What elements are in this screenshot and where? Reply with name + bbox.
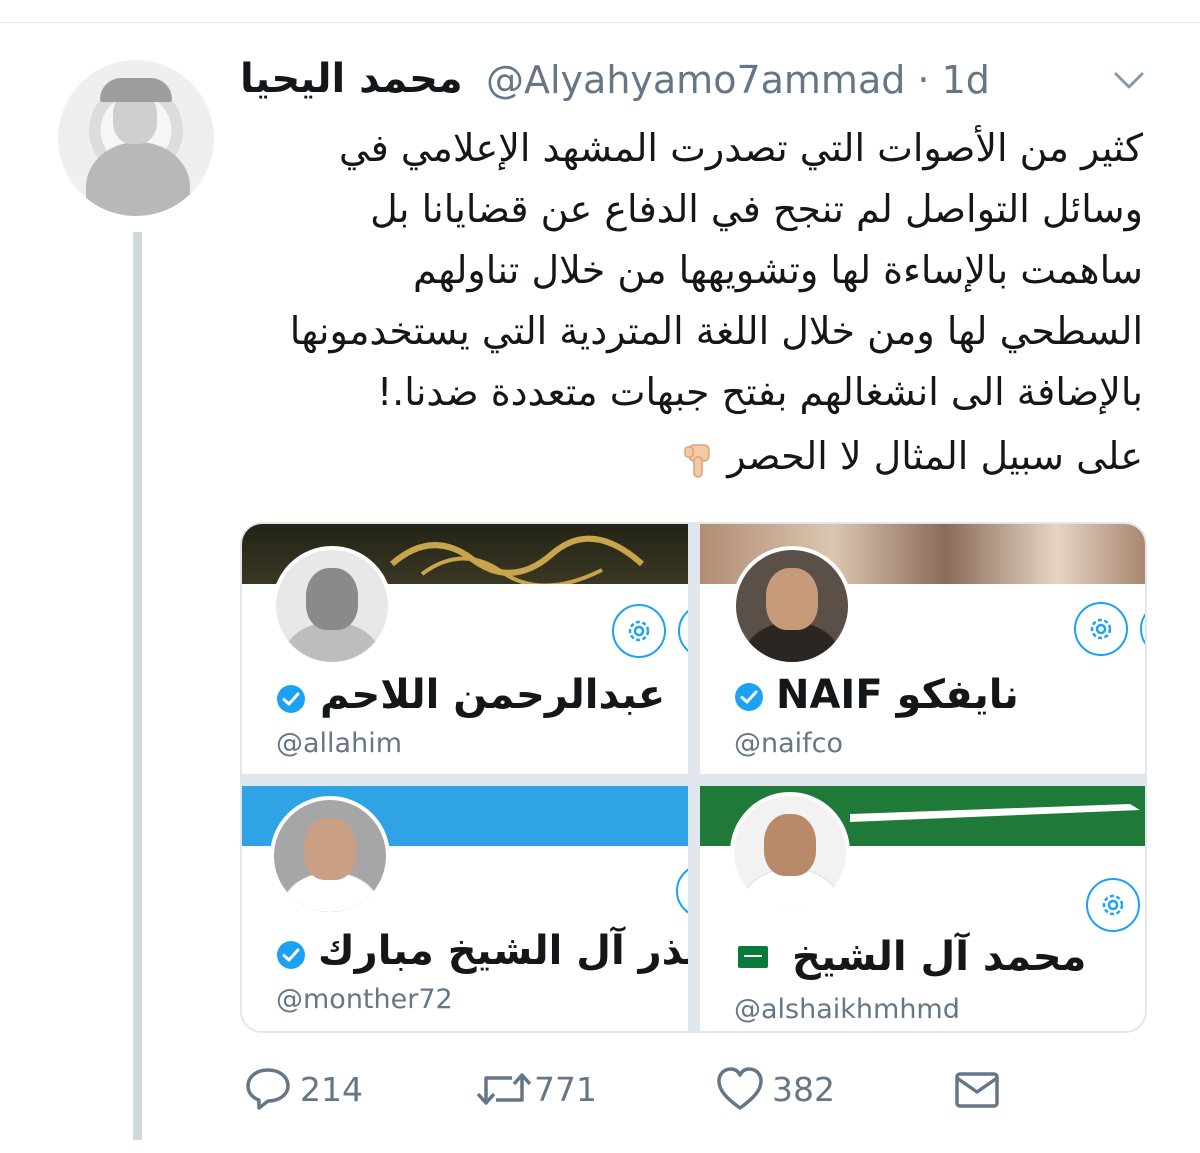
tweet-header: محمد اليحيا @Alyahyamo7ammad · 1d (240, 56, 1140, 108)
profile-avatar (732, 546, 852, 666)
profile-card-alshaikhmhmd[interactable]: محمد آل الشيخ @alshaikhmhmd (700, 786, 1145, 1031)
profile-card-allahim[interactable]: عبدالرحمن اللاحم @allahim (242, 524, 688, 774)
saudi-flag-icon (738, 946, 768, 968)
profile-name[interactable]: محمد آل الشيخ (792, 934, 1086, 980)
tweet-text-line: السطحي لها ومن خلال اللغة المتردية التي … (289, 309, 1143, 353)
pointing-down-icon (684, 443, 710, 478)
tweet-subline-text: على سبيل المثال لا الحصر (727, 434, 1143, 478)
reply-button[interactable]: 214 (240, 1066, 370, 1114)
gear-button[interactable] (1086, 878, 1140, 932)
retweet-button[interactable]: 771 (476, 1066, 606, 1114)
gear-icon (1102, 894, 1124, 916)
retweet-count: 771 (534, 1070, 597, 1109)
author-avatar[interactable] (58, 60, 214, 216)
profile-avatar (272, 546, 392, 666)
retweet-icon (476, 1073, 532, 1105)
author-handle-time[interactable]: @Alyahyamo7ammad · 1d (486, 58, 990, 102)
tweet-subline: على سبيل المثال لا الحصر (240, 426, 1143, 486)
envelope-icon (955, 1072, 999, 1108)
profile-avatar (730, 792, 850, 912)
profile-card-monther72[interactable]: منذر آل الشيخ مبارك @monther72 (242, 786, 688, 1031)
reply-count: 214 (300, 1070, 363, 1109)
verified-badge-icon (277, 685, 305, 713)
gear-icon (628, 620, 650, 642)
profile-avatar (270, 796, 390, 916)
direct-message-button[interactable] (954, 1066, 1004, 1114)
like-count: 382 (772, 1070, 835, 1109)
like-button[interactable]: 382 (716, 1066, 846, 1114)
chevron-down-icon[interactable] (1112, 68, 1146, 92)
gear-icon (1090, 618, 1112, 640)
tweet-text-line: ساهمت بالإساءة لها وتشويهها من خلال تناو… (413, 248, 1143, 292)
grid-divider-horizontal (242, 774, 1145, 786)
gear-button[interactable] (1074, 602, 1128, 656)
tweet-actions: 214 771 382 (240, 1066, 1140, 1116)
thread-line (133, 232, 142, 1140)
gear-button-partial[interactable] (678, 604, 688, 658)
profile-handle[interactable]: @alshaikhmhmd (734, 994, 960, 1025)
heart-icon (717, 1067, 763, 1110)
profile-name[interactable]: نايفكو NAIF (776, 672, 1019, 718)
tweet-text: كثير من الأصوات التي تصدرت المشهد الإعلا… (240, 118, 1143, 423)
tweet-text-line: كثير من الأصوات التي تصدرت المشهد الإعلا… (338, 126, 1143, 170)
profile-name[interactable]: عبدالرحمن اللاحم (320, 672, 665, 718)
gear-button-partial[interactable] (676, 864, 688, 918)
profile-handle[interactable]: @naifco (734, 728, 843, 759)
gear-button[interactable] (612, 604, 666, 658)
profile-card-naifco[interactable]: نايفكو NAIF @naifco (700, 524, 1145, 774)
profile-name[interactable]: منذر آل الشيخ مبارك (318, 928, 688, 974)
profile-handle[interactable]: @allahim (276, 728, 402, 759)
tweet-text-line: بالإضافة الى انشغالهم بفتح جبهات متعددة … (376, 370, 1143, 414)
media-grid[interactable]: نايفكو NAIF @naifco عبدالرحمن اللاحم @al… (240, 522, 1147, 1033)
top-divider (0, 22, 1200, 23)
verified-badge-icon (277, 941, 305, 969)
gear-button-partial[interactable] (1140, 602, 1145, 656)
reply-icon (246, 1068, 290, 1110)
tweet-text-line: وسائل التواصل لم تنجح في الدفاع عن قضايا… (370, 187, 1143, 231)
author-display-name[interactable]: محمد اليحيا (240, 56, 463, 102)
profile-handle[interactable]: @monther72 (276, 984, 453, 1015)
verified-badge-icon (735, 683, 763, 711)
